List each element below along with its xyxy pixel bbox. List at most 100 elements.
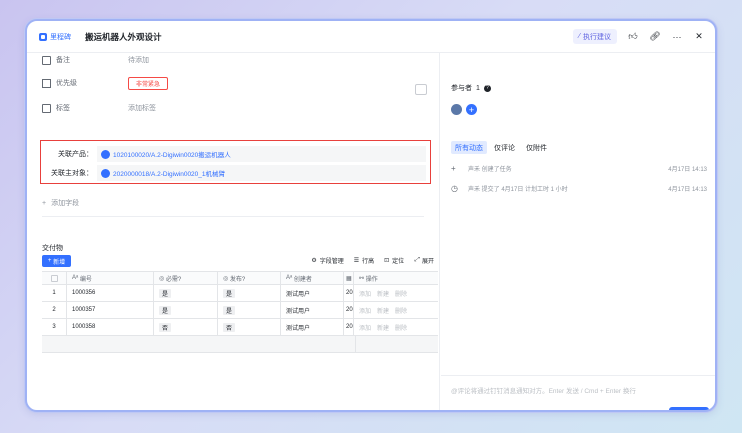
product-label: 关联产品：: [58, 151, 93, 158]
comment-input[interactable]: @评论将通过钉钉消息通知对方。Enter 发送 / Cmd + Enter 换行: [451, 385, 636, 395]
more-icon[interactable]: ···: [671, 31, 683, 43]
row-creator[interactable]: 测试用户: [281, 302, 344, 318]
milestone-badge[interactable]: 里程碑: [39, 31, 71, 43]
header-actions: ⁄ 执行建议 👍︎ 🔗︎ ··· ✕: [572, 29, 705, 44]
locate-button[interactable]: ⊡ 定位: [384, 256, 404, 265]
chevron-down-icon[interactable]: ⌄: [698, 411, 703, 413]
row-code[interactable]: 1000357: [67, 302, 154, 318]
row-index: 3: [42, 319, 67, 335]
deliverables-title: 交付物: [42, 245, 63, 252]
note-icon: [42, 55, 51, 65]
priority-value[interactable]: 非常紧急: [128, 76, 169, 90]
object-field[interactable]: 2020000018/A.2-Digiwin0020_1机械臂: [97, 165, 426, 181]
participants-count: 1: [476, 84, 480, 92]
association-box: 关联产品： 1020100020/A.2-Digiwin0020搬运机器人 关联…: [40, 140, 431, 184]
col-code-label: 编号: [79, 276, 92, 283]
row-date[interactable]: 202: [344, 319, 354, 335]
tags-value[interactable]: 添加标签: [128, 103, 156, 113]
deliverables-table: Aᵃ 编号 ◎ 必需? ◎ 发布? Aᵃ 创建者 ▦ ⚯ 操作 1 100035…: [42, 271, 438, 353]
object-icon: [101, 168, 110, 178]
required-tag: 是: [159, 305, 172, 315]
priority-field[interactable]: 优先级 非常紧急: [42, 76, 169, 90]
field-manage-button[interactable]: ⚙ 字段管理: [311, 256, 343, 265]
close-icon[interactable]: ✕: [693, 31, 705, 43]
delete-action[interactable]: 删除: [395, 306, 407, 315]
expand-button[interactable]: ⤢ 展开: [414, 256, 434, 265]
row-publish[interactable]: 否: [218, 319, 281, 335]
table-row[interactable]: 1 1000356 是 是 测试用户 202 添加新建删除: [42, 285, 438, 302]
activity-text: 声禾 提交了 4月17日 计划工时 1 小时: [468, 187, 568, 193]
col-publish[interactable]: ◎ 发布?: [218, 272, 281, 284]
row-required[interactable]: 是: [154, 302, 218, 318]
attachment-icon[interactable]: ⌀: [451, 410, 456, 412]
row-publish[interactable]: 是: [218, 285, 281, 301]
add-field-label: 添加字段: [51, 200, 80, 207]
object-chip[interactable]: 2020000018/A.2-Digiwin0020_1机械臂: [101, 168, 225, 178]
actions-icon: ⚯: [359, 275, 366, 282]
thumbs-up-icon[interactable]: 👍︎: [627, 31, 639, 43]
detail-pane: 备注 待添加 优先级 非常紧急 标签 添加标签 关联产品： 1020100020…: [27, 53, 440, 410]
emoji-icon[interactable]: ☺: [460, 410, 468, 412]
row-date[interactable]: 202: [344, 285, 354, 301]
add-action[interactable]: 添加: [359, 306, 371, 315]
tab-attachments[interactable]: 仅附件: [522, 141, 551, 154]
col-actions[interactable]: ⚯ 操作: [354, 272, 438, 284]
add-participant-button[interactable]: +: [466, 104, 477, 115]
product-icon: [101, 149, 110, 159]
tags-field[interactable]: 标签 添加标签: [42, 101, 156, 115]
col-creator[interactable]: Aᵃ 创建者: [281, 272, 344, 284]
option-icon: ◎: [223, 275, 230, 282]
row-index: 2: [42, 302, 67, 318]
filter-icon[interactable]: [415, 84, 427, 95]
header-bar: 里程碑 搬运机器人外观设计 ⁄ 执行建议 👍︎ 🔗︎ ··· ✕: [27, 21, 715, 53]
col-date[interactable]: ▦: [344, 272, 354, 284]
help-icon[interactable]: ?: [483, 84, 491, 92]
row-code[interactable]: 1000358: [67, 319, 154, 335]
row-height-button[interactable]: ☰ 行高: [354, 256, 374, 265]
object-row: 关联主对象： 2020000018/A.2-Digiwin0020_1机械臂: [46, 165, 426, 181]
table-header: Aᵃ 编号 ◎ 必需? ◎ 发布? Aᵃ 创建者 ▦ ⚯ 操作: [42, 272, 438, 285]
activity-tabs: 所有动态 仅评论 仅附件: [451, 141, 551, 154]
activity-text: 声禾 创建了任务: [468, 167, 512, 173]
row-creator[interactable]: 测试用户: [281, 285, 344, 301]
clock-icon: ◷: [451, 184, 458, 193]
remark-field[interactable]: 备注 待添加: [42, 53, 149, 67]
delete-action[interactable]: 删除: [395, 289, 407, 298]
col-creator-label: 创建者: [293, 276, 312, 283]
page-title: 搬运机器人外观设计: [85, 31, 162, 42]
reply-button[interactable]: 回复 ⌄: [669, 407, 709, 413]
delete-action[interactable]: 删除: [395, 323, 407, 332]
row-publish[interactable]: 是: [218, 302, 281, 318]
row-creator[interactable]: 测试用户: [281, 319, 344, 335]
product-chip[interactable]: 1020100020/A.2-Digiwin0020搬运机器人: [101, 149, 231, 159]
col-code[interactable]: Aᵃ 编号: [67, 272, 154, 284]
row-code[interactable]: 1000356: [67, 285, 154, 301]
add-action[interactable]: 添加: [359, 323, 371, 332]
select-all-cell[interactable]: [42, 272, 67, 284]
row-required[interactable]: 否: [154, 319, 218, 335]
add-action[interactable]: 添加: [359, 289, 371, 298]
wand-icon: ⁄: [578, 33, 580, 40]
table-row[interactable]: 2 1000357 是 是 测试用户 202 添加新建删除: [42, 302, 438, 319]
priority-label: 优先级: [56, 80, 77, 87]
row-required[interactable]: 是: [154, 285, 218, 301]
locate-icon: ⊡: [384, 258, 390, 264]
table-row[interactable]: 3 1000358 否 否 测试用户 202 添加新建删除: [42, 319, 438, 336]
new-action[interactable]: 新建: [377, 289, 389, 298]
avatar[interactable]: [451, 104, 462, 115]
tab-all[interactable]: 所有动态: [451, 141, 487, 154]
table-empty-row[interactable]: [42, 336, 438, 353]
link-icon[interactable]: 🔗︎: [649, 31, 661, 43]
suggest-button[interactable]: ⁄ 执行建议: [572, 29, 617, 44]
row-date[interactable]: 202: [344, 302, 354, 318]
checkbox[interactable]: [50, 274, 58, 282]
product-row: 关联产品： 1020100020/A.2-Digiwin0020搬运机器人: [46, 146, 426, 162]
col-required[interactable]: ◎ 必需?: [154, 272, 218, 284]
new-action[interactable]: 新建: [377, 323, 389, 332]
product-field[interactable]: 1020100020/A.2-Digiwin0020搬运机器人: [97, 146, 426, 162]
remark-value[interactable]: 待添加: [128, 55, 149, 65]
new-action[interactable]: 新建: [377, 306, 389, 315]
new-deliverable-button[interactable]: + 新增: [42, 255, 71, 267]
add-field-button[interactable]: + 添加字段: [42, 198, 79, 208]
tab-comments[interactable]: 仅评论: [490, 141, 519, 154]
